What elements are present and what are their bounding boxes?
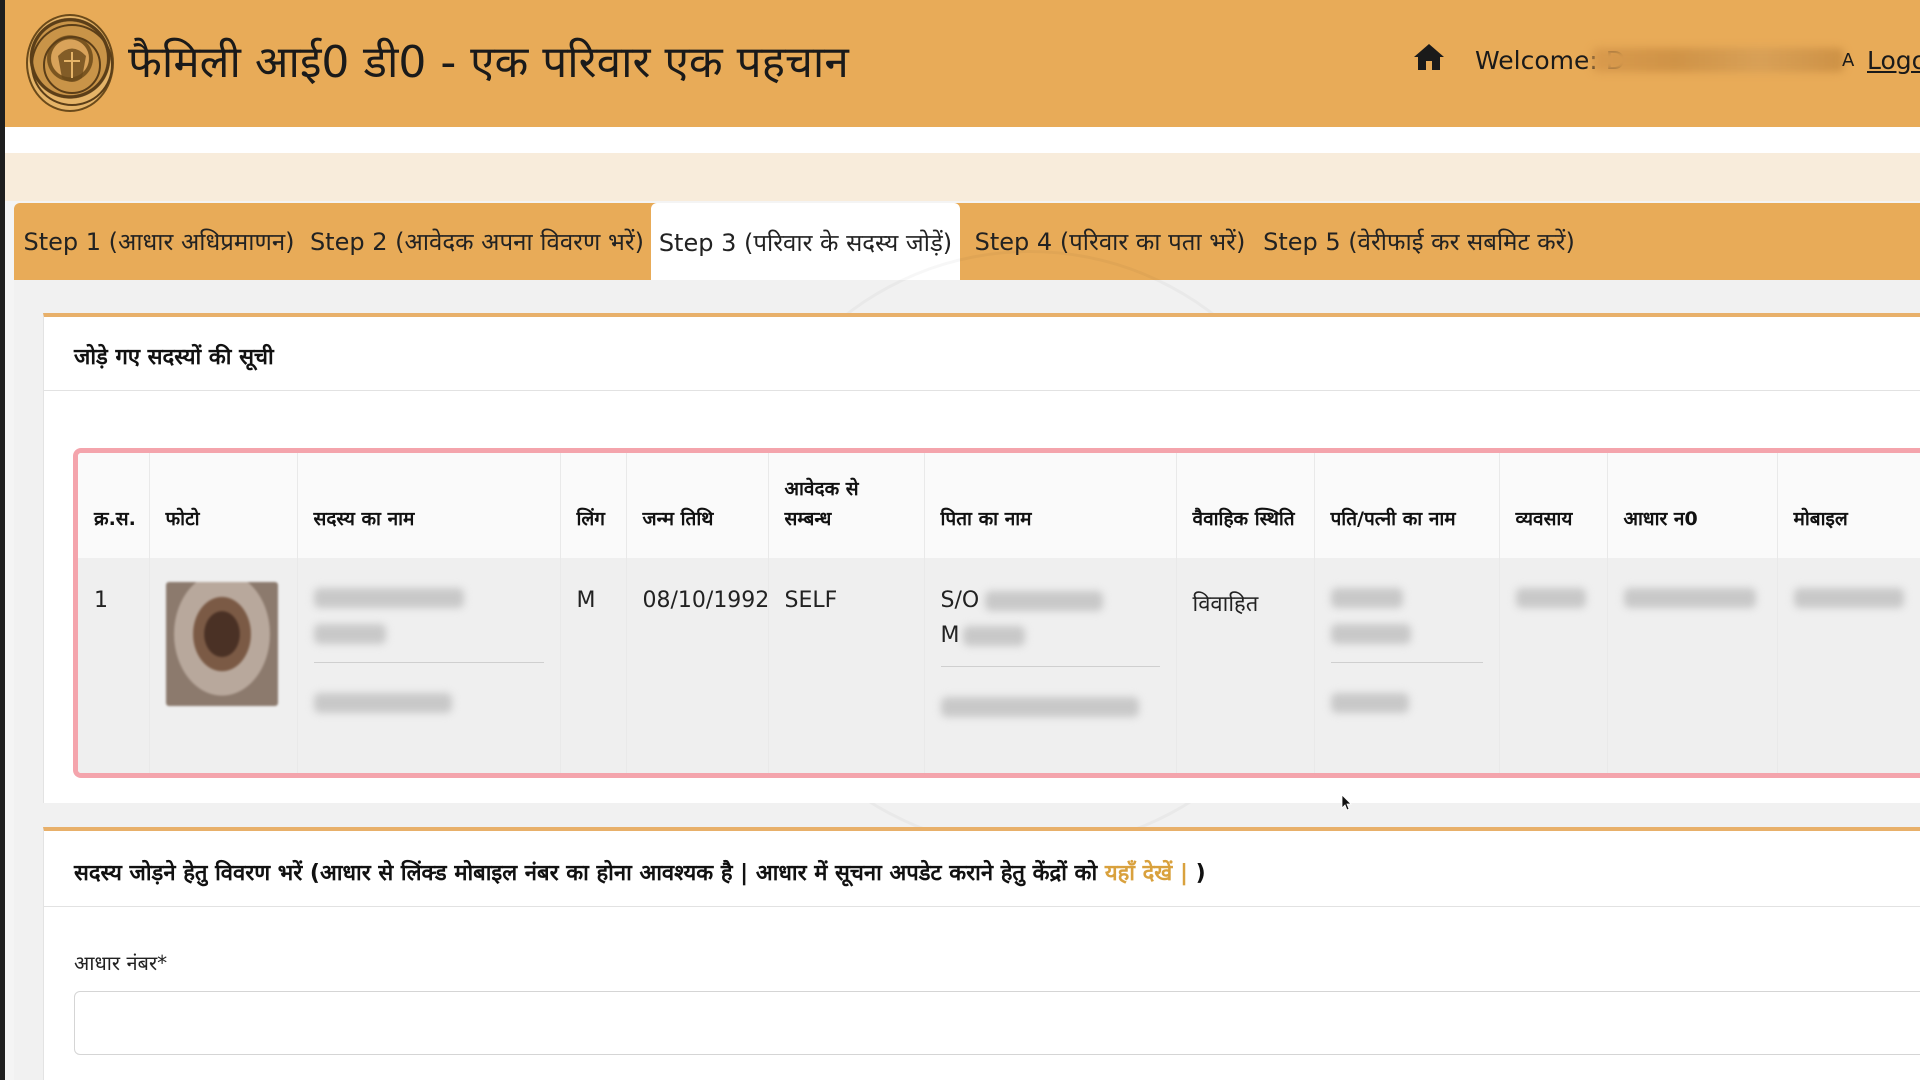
cell-dob: 08/10/1992 bbox=[626, 558, 769, 773]
logout-link[interactable]: Logout bbox=[1867, 46, 1920, 75]
header-spacer bbox=[0, 127, 1920, 153]
cell-photo bbox=[149, 558, 298, 773]
welcome-trailing-char: A bbox=[1842, 50, 1855, 71]
panel-divider bbox=[44, 390, 1920, 391]
redacted-user-name bbox=[1592, 48, 1844, 72]
redacted-spouse-name-hi bbox=[1330, 693, 1409, 713]
redacted-name-en-line1 bbox=[313, 588, 464, 608]
tab-step-3[interactable]: Step 3 (परिवार के सदस्य जोड़ें) bbox=[651, 203, 960, 281]
column-header-serial: क्र.स. bbox=[78, 453, 150, 558]
column-header-gender: लिंग bbox=[560, 453, 627, 558]
cell-spouse-name bbox=[1314, 558, 1500, 773]
redacted-spouse-name-line2 bbox=[1330, 624, 1411, 644]
home-icon[interactable] bbox=[1412, 42, 1446, 72]
redacted-name-en-line2 bbox=[313, 624, 386, 644]
tab-step-1[interactable]: Step 1 (आधार अधिप्रमाणन) bbox=[14, 203, 304, 280]
redacted-spouse-name-line1 bbox=[1330, 588, 1403, 608]
add-member-heading-text: सदस्य जोड़ने हेतु विवरण भरें (आधार से लि… bbox=[74, 861, 1105, 886]
redacted-aadhaar bbox=[1623, 588, 1756, 608]
sub-header-band bbox=[0, 153, 1920, 201]
members-table: क्र.स. फोटो सदस्य का नाम लिंग जन्म तिथि … bbox=[78, 453, 1920, 773]
tab-step-2[interactable]: Step 2 (आवेदक अपना विवरण भरें) bbox=[304, 203, 650, 280]
column-header-mobile: मोबाइल bbox=[1777, 453, 1920, 558]
column-header-marital-status: वैवाहिक स्थिति bbox=[1176, 453, 1315, 558]
table-row: 1 M 08/10/1992 SELF S/O M विवाहित bbox=[78, 558, 1920, 773]
column-header-dob: जन्म तिथि bbox=[626, 453, 769, 558]
redacted-father-name-line1 bbox=[985, 590, 1104, 611]
cell-member-name bbox=[297, 558, 561, 773]
redacted-father-name-line2 bbox=[963, 625, 1026, 646]
cell-mobile bbox=[1777, 558, 1920, 773]
cell-separator bbox=[940, 666, 1160, 667]
redacted-father-name-hi bbox=[940, 697, 1139, 717]
cell-occupation bbox=[1499, 558, 1608, 773]
column-header-member-name: सदस्य का नाम bbox=[297, 453, 561, 558]
cell-gender: M bbox=[560, 558, 627, 773]
cell-serial: 1 bbox=[78, 558, 150, 773]
table-header-row: क्र.स. फोटो सदस्य का नाम लिंग जन्म तिथि … bbox=[78, 453, 1920, 558]
add-member-heading: सदस्य जोड़ने हेतु विवरण भरें (आधार से लि… bbox=[74, 857, 1206, 887]
column-header-occupation: व्यवसाय bbox=[1499, 453, 1608, 558]
tab-step-4[interactable]: Step 4 (परिवार का पता भरें) bbox=[960, 203, 1260, 280]
redacted-occupation bbox=[1515, 588, 1586, 608]
cell-separator bbox=[1330, 662, 1483, 663]
app-header: फैमिली आई0 डी0 - एक परिवार एक पहचान Welc… bbox=[0, 0, 1920, 127]
cell-marital-status: विवाहित bbox=[1176, 558, 1315, 773]
father-second-initial: M bbox=[940, 623, 960, 648]
see-centres-link[interactable]: यहाँ देखें | bbox=[1105, 861, 1188, 886]
cell-aadhaar bbox=[1607, 558, 1778, 773]
window-left-edge bbox=[0, 0, 5, 1080]
mouse-cursor-icon bbox=[1341, 794, 1352, 811]
column-header-relation: आवेदक से सम्बन्ध bbox=[768, 453, 925, 558]
redacted-name-hi bbox=[313, 693, 452, 713]
app-title: फैमिली आई0 डी0 - एक परिवार एक पहचान bbox=[128, 37, 849, 88]
tab-step-5[interactable]: Step 5 (वेरीफाई कर सबमिट करें) bbox=[1260, 203, 1578, 280]
aadhaar-number-label: आधार नंबर* bbox=[74, 951, 168, 975]
father-prefix: S/O bbox=[940, 588, 980, 613]
member-photo bbox=[165, 582, 278, 706]
add-member-panel: सदस्य जोड़ने हेतु विवरण भरें (आधार से लि… bbox=[43, 827, 1920, 1080]
column-header-aadhaar: आधार न0 bbox=[1607, 453, 1778, 558]
panel-divider bbox=[44, 906, 1920, 907]
cell-father-name: S/O M bbox=[924, 558, 1177, 773]
column-header-father-name: पिता का नाम bbox=[924, 453, 1177, 558]
members-panel-heading: जोड़े गए सदस्यों की सूची bbox=[74, 345, 274, 370]
column-header-spouse-name: पति/पत्नी का नाम bbox=[1314, 453, 1500, 558]
step-tabs: Step 1 (आधार अधिप्रमाणन) Step 2 (आवेदक अ… bbox=[14, 203, 1920, 281]
add-member-heading-close: ) bbox=[1187, 861, 1206, 886]
column-header-photo: फोटो bbox=[149, 453, 298, 558]
cell-separator bbox=[313, 662, 544, 663]
aadhaar-number-input[interactable] bbox=[74, 991, 1920, 1055]
cell-relation: SELF bbox=[768, 558, 925, 773]
redacted-mobile bbox=[1793, 588, 1904, 608]
up-government-logo bbox=[26, 14, 114, 112]
members-table-container: क्र.स. फोटो सदस्य का नाम लिंग जन्म तिथि … bbox=[73, 448, 1920, 778]
